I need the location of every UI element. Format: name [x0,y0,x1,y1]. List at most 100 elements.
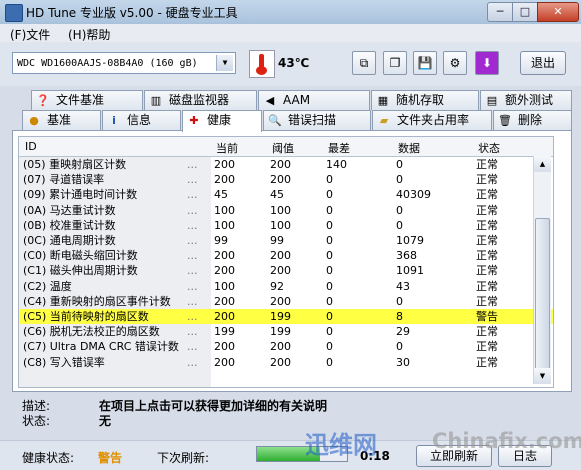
current-value: 99 [214,234,228,247]
tab-health[interactable]: ✚ 健康 [182,110,262,132]
threshold-value: 45 [270,188,284,202]
header-current[interactable]: 当前 [216,140,238,156]
raw-data-value: 30 [396,355,410,369]
folder-icon: ▰ [379,114,389,127]
table-row[interactable]: (07) 寻道错误率 200 200 0 0 正常... [19,172,553,187]
threshold-value: 99 [270,234,284,247]
tab-label: 磁盘监视器 [169,93,230,107]
table-row[interactable]: (0B) 校准重试计数 100 100 0 0 正常... [19,218,553,233]
table-row[interactable]: (0A) 马达重试计数 100 100 0 0 正常... [19,203,553,218]
menu-help[interactable]: (H)帮助 [68,26,110,43]
row-dots: ... [187,158,198,171]
attribute-name: (0A) 马达重试计数 [23,203,116,217]
table-row[interactable]: (C1) 磁头伸出周期计数 200 200 0 1091 正常... [19,263,553,278]
threshold-value: 200 [270,249,291,263]
save-icon[interactable]: 💾 [413,51,437,75]
attribute-name: (C2) 温度 [23,279,72,293]
tab-extra-tests[interactable]: ▤ 额外测试 [480,90,572,110]
attribute-name: (C5) 当前待映射的扇区数 [23,310,149,323]
tab-error-scan[interactable]: 🔍 错误扫描 [263,110,371,130]
table-row[interactable]: (C0) 断电磁头缩回计数 200 200 0 368 正常... [19,248,553,263]
raw-data-value: 0 [396,173,403,187]
close-button[interactable]: ✕ [537,2,579,22]
tab-random-access[interactable]: ▦ 随机存取 [371,90,479,110]
header-data[interactable]: 数据 [398,140,420,156]
raw-data-value: 368 [396,249,417,263]
worst-value: 0 [326,249,333,263]
row-dots: ... [187,355,198,369]
tab-label: 删除 [518,113,543,127]
copy-info-icon[interactable]: ⧉ [352,51,376,75]
threshold-value: 200 [270,173,291,187]
status-value: 正常 [476,279,498,293]
copy-all-icon[interactable]: ❐ [383,51,407,75]
minimize-button[interactable]: ─ [487,2,513,22]
watermark-logo-en: Chinafix.com [432,429,581,453]
status-value: 正常 [476,249,498,263]
trash-icon: 🗑 [498,114,512,127]
download-icon[interactable]: ⬇ [475,51,499,75]
table-row[interactable]: (C8) 写入错误率 200 200 0 30 正常... [19,355,553,370]
drive-select[interactable]: WDC WD1600AAJS-08B4A0 (160 gB) ▼ [12,52,236,74]
chevron-down-icon[interactable]: ▼ [216,55,233,71]
header-id[interactable]: ID [25,140,37,153]
scroll-down-icon[interactable]: ▼ [534,368,551,384]
attribute-name: (C1) 磁头伸出周期计数 [23,264,138,278]
status-value: 警告 [476,310,498,323]
table-row[interactable]: (C5) 当前待映射的扇区数 200 199 0 8 警告... [19,309,553,325]
tab-folder-usage[interactable]: ▰ 文件夹占用率 [372,110,492,130]
scroll-thumb[interactable] [535,218,550,378]
table-row[interactable]: (09) 累计通电时间计数 45 45 0 40309 正常... [19,187,553,202]
menu-file[interactable]: (F)文件 [10,26,50,43]
scroll-up-icon[interactable]: ▲ [534,156,551,172]
row-dots: ... [187,264,198,278]
raw-data-value: 0 [396,203,403,217]
table-row[interactable]: (C4) 重新映射的扇区事件计数 200 200 0 0 正常... [19,294,553,309]
row-dots: ... [187,234,198,247]
tab-aam[interactable]: ◀ AAM [258,90,370,110]
attribute-name: (C7) Ultra DMA CRC 错误计数 [23,340,179,354]
status-value: 正常 [476,355,498,369]
table-row[interactable]: (C6) 脱机无法校正的扇区数 199 199 0 29 正常... [19,324,553,339]
table-scrollbar[interactable]: ▲ ▼ [533,156,551,384]
table-row[interactable]: (C7) Ultra DMA CRC 错误计数 200 200 0 0 正常... [19,339,553,354]
tab-label: 信息 [127,113,152,127]
tab-label: 随机存取 [396,93,445,107]
tab-label: 文件基准 [56,93,105,107]
worst-value: 0 [326,234,333,247]
options-icon[interactable]: ⚙ [443,51,467,75]
exit-button[interactable]: 退出 [520,51,566,75]
current-value: 200 [214,158,235,171]
status-value: 正常 [476,188,498,202]
maximize-button[interactable]: □ [512,2,538,22]
row-dots: ... [187,340,198,354]
row-dots: ... [187,188,198,202]
tab-info[interactable]: i 信息 [102,110,181,130]
row-dots: ... [187,279,198,293]
raw-data-value: 0 [396,158,403,171]
threshold-value: 200 [270,158,291,171]
table-row[interactable]: (C2) 温度 100 92 0 43 正常... [19,279,553,294]
status-value: 正常 [476,203,498,217]
tab-benchmark[interactable]: ● 基准 [22,110,101,130]
attribute-name: (C0) 断电磁头缩回计数 [23,249,138,263]
speaker-icon: ◀ [265,94,275,107]
tab-row-top: ❓ 文件基准 ▥ 磁盘监视器 ◀ AAM ▦ 随机存取 ▤ 额外测试 [0,90,581,110]
tab-file-benchmark[interactable]: ❓ 文件基准 [31,90,143,110]
row-dots: ... [187,249,198,263]
header-threshold[interactable]: 阈值 [272,140,294,156]
worst-value: 0 [326,355,333,369]
current-value: 200 [214,249,235,263]
row-dots: ... [187,218,198,232]
header-status[interactable]: 状态 [478,140,500,156]
table-row[interactable]: (0C) 通电周期计数 99 99 0 1079 正常... [19,233,553,248]
watermark-logo-cn: 迅维网 [305,431,377,459]
tab-disk-monitor[interactable]: ▥ 磁盘监视器 [144,90,257,110]
file-benchmark-icon: ❓ [36,94,50,107]
tab-delete[interactable]: 🗑 删除 [493,110,572,130]
threshold-value: 200 [270,355,291,369]
smart-table: ID 当前 阈值 最差 数据 状态 (05) 重映射扇区计数 200 200 140 0… [18,136,554,388]
table-row[interactable]: (05) 重映射扇区计数 200 200 140 0 正常... [19,157,553,172]
threshold-value: 200 [270,264,291,278]
header-worst[interactable]: 最差 [328,140,350,156]
